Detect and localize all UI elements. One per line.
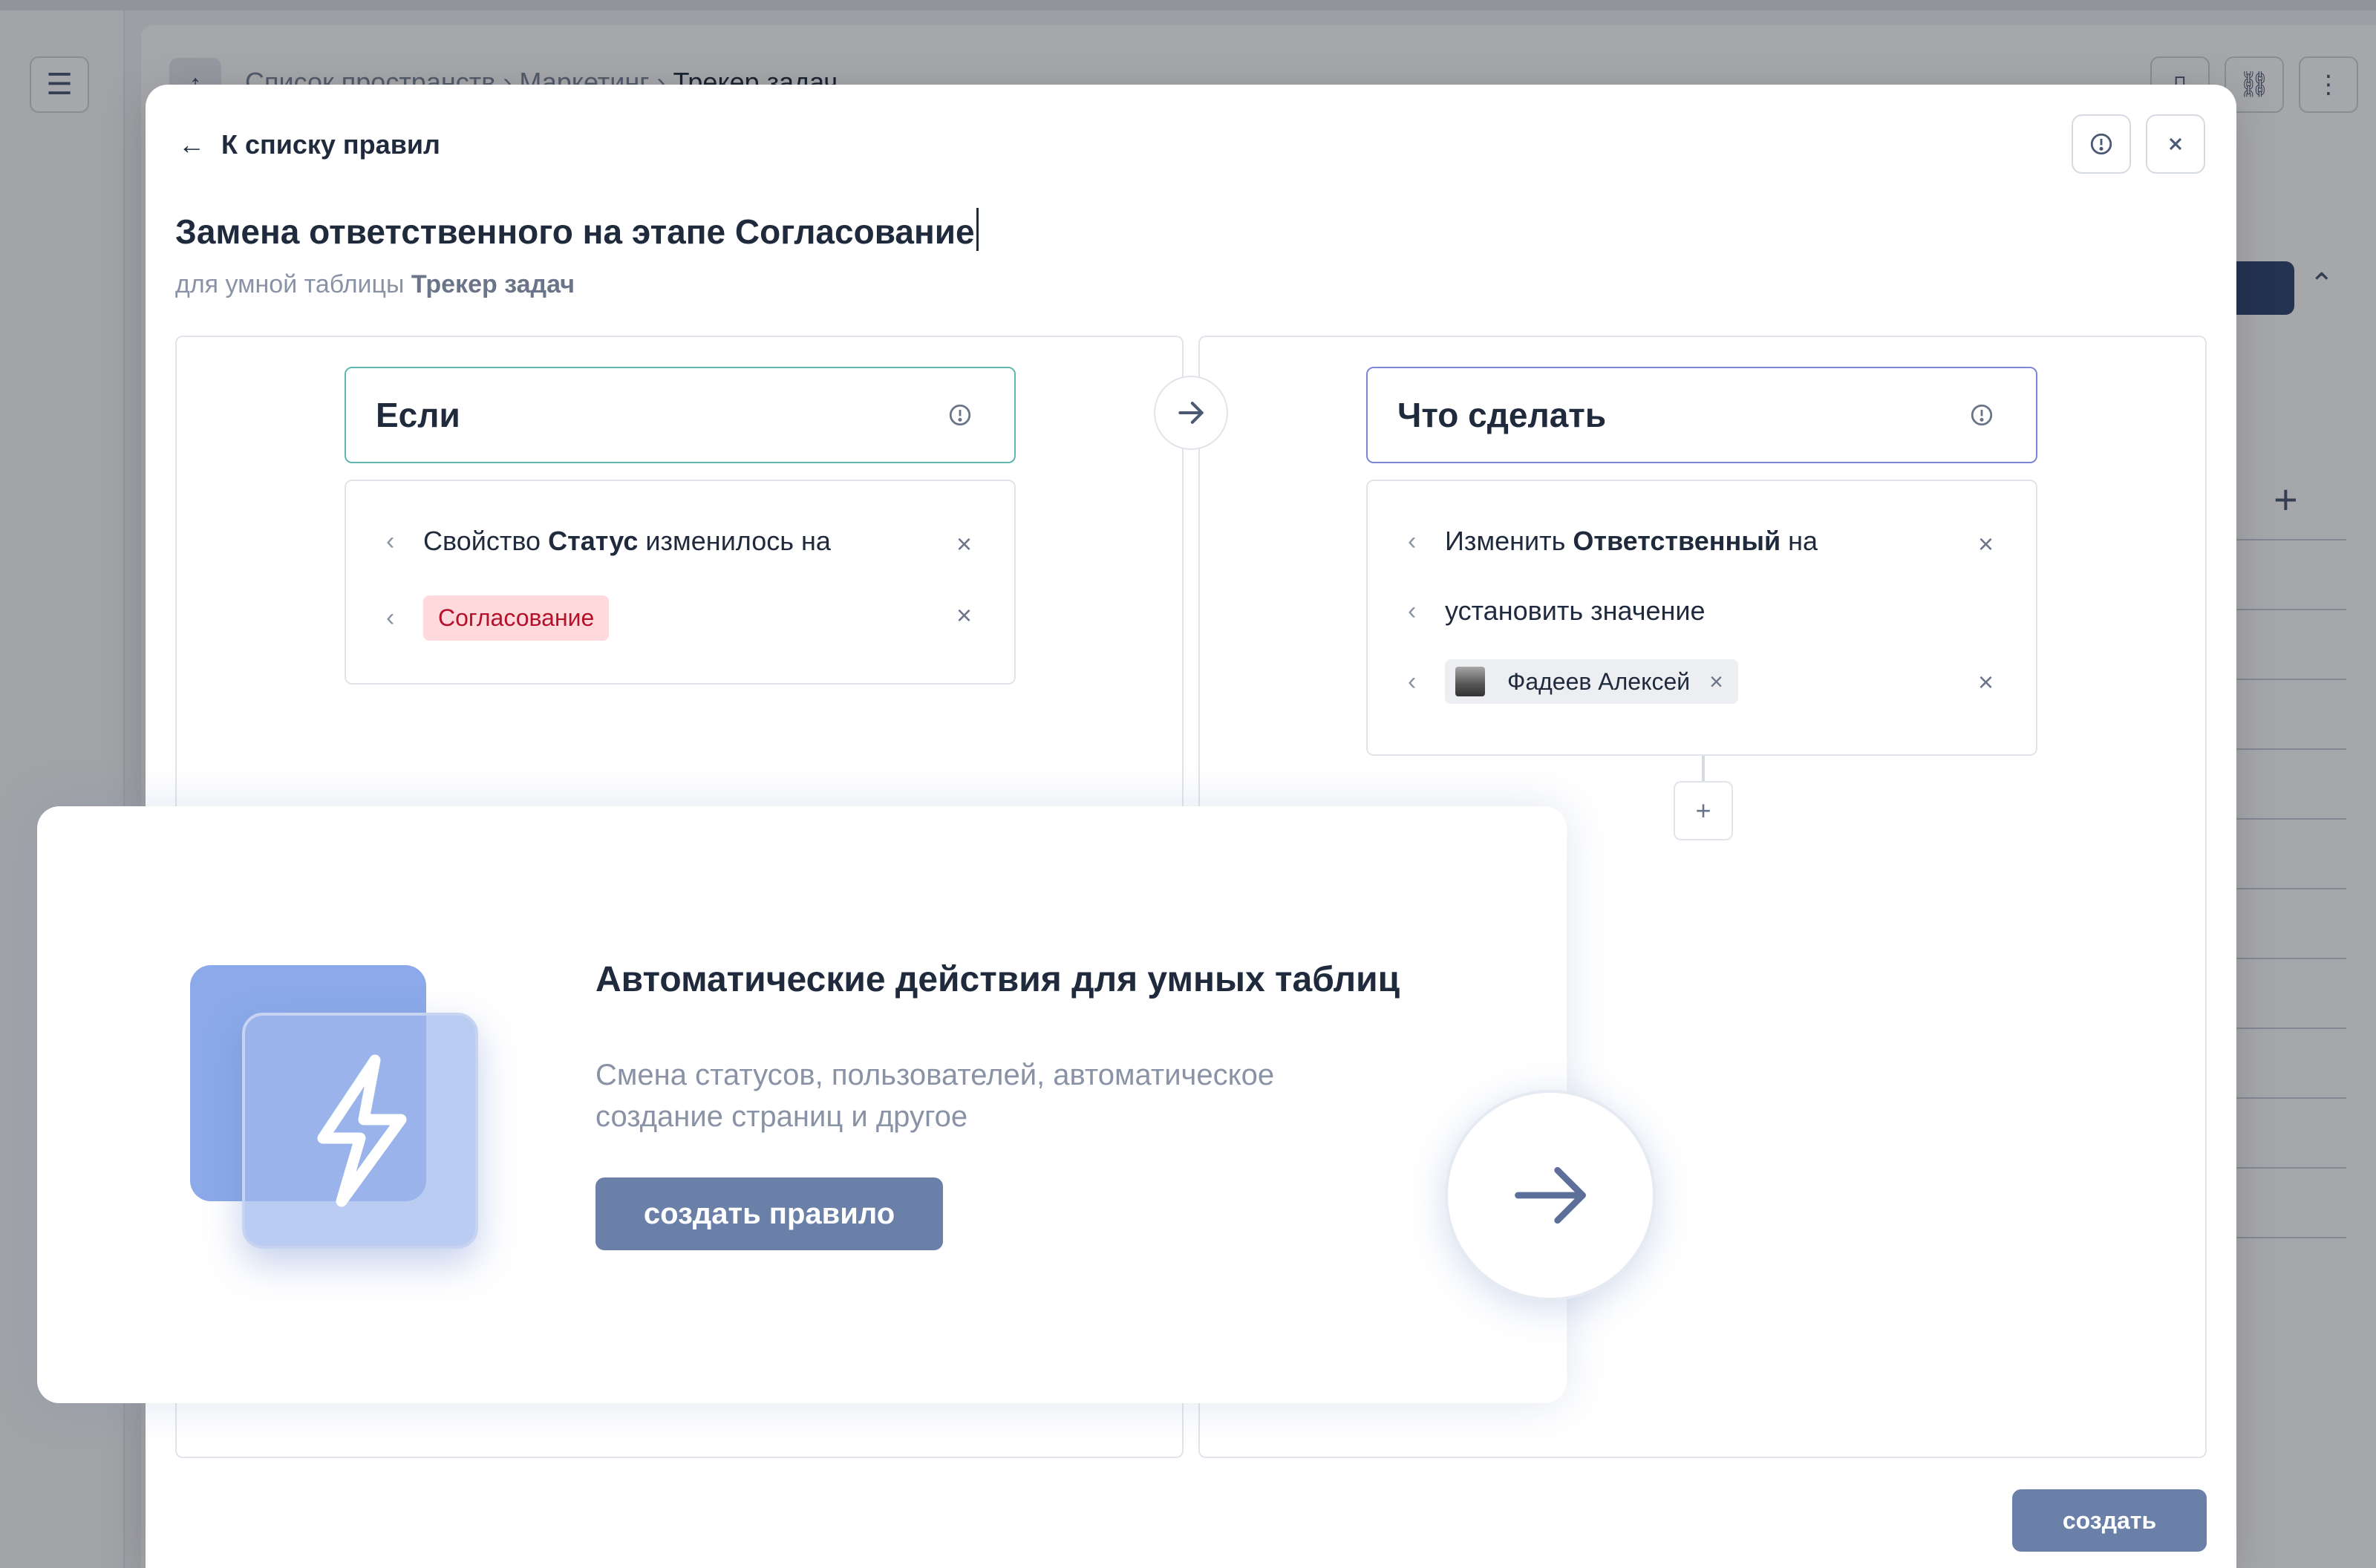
promo-description: Смена статусов, пользователей, автоматич… <box>595 1059 1275 1133</box>
close-icon <box>2169 137 2182 151</box>
info-icon <box>2090 133 2112 155</box>
condition-value-row[interactable]: ‹ Согласование <box>386 595 610 641</box>
arrow-left-icon: ← <box>178 129 205 160</box>
promo-card: Автоматические действия для умных таблиц… <box>37 806 1656 1403</box>
chevron-left-icon[interactable]: ‹ <box>1408 667 1445 696</box>
table-name: Трекер задач <box>411 270 575 298</box>
condition-row[interactable]: ‹ Свойство Статус изменилось на <box>386 526 831 557</box>
text-cursor <box>976 208 979 251</box>
user-chip[interactable]: Фадеев Алексей × <box>1445 659 1738 704</box>
add-action-button[interactable]: + <box>1674 781 1733 840</box>
action-mode-row[interactable]: ‹ установить значение <box>1408 595 1706 627</box>
condition-card: ‹ Свойство Статус изменилось на × ‹ Согл… <box>345 480 1016 685</box>
remove-user-icon[interactable]: × <box>1709 668 1723 696</box>
rule-title: Замена ответственного на этапе Согласова… <box>175 212 975 251</box>
promo-next-button[interactable] <box>1445 1090 1656 1301</box>
then-title: Что сделать <box>1397 396 1607 434</box>
back-to-rules-link[interactable]: ← К списку правил <box>178 129 440 160</box>
arrow-right-icon <box>1515 1166 1586 1224</box>
promo-title: Автоматические действия для умных таблиц <box>595 960 1400 999</box>
property-name: Статус <box>548 526 639 556</box>
remove-condition-icon[interactable]: × <box>956 529 972 560</box>
remove-value-icon[interactable]: × <box>956 600 972 631</box>
close-button[interactable] <box>2146 114 2205 174</box>
avatar <box>1455 667 1485 696</box>
if-title: Если <box>376 396 460 434</box>
action-card: ‹ Изменить Ответственный на × ‹ установи… <box>1366 480 2037 756</box>
chevron-left-icon[interactable]: ‹ <box>1408 597 1445 626</box>
info-icon[interactable] <box>1969 402 1994 428</box>
create-button[interactable]: создать <box>2012 1489 2207 1552</box>
chevron-left-icon[interactable]: ‹ <box>1408 527 1445 556</box>
remove-value-icon[interactable]: × <box>1978 667 1994 698</box>
then-header: Что сделать <box>1366 367 2037 463</box>
arrow-right-icon <box>1178 402 1204 424</box>
action-row[interactable]: ‹ Изменить Ответственный на <box>1408 526 1818 557</box>
create-rule-button[interactable]: создать правило <box>595 1177 943 1250</box>
info-button[interactable] <box>2072 114 2131 174</box>
plus-icon: + <box>1695 795 1711 826</box>
property-name: Ответственный <box>1573 526 1781 556</box>
remove-action-icon[interactable]: × <box>1978 529 1994 560</box>
user-name: Фадеев Алексей <box>1507 667 1691 695</box>
rule-subtitle: для умной таблицы Трекер задач <box>175 270 575 298</box>
chevron-left-icon[interactable]: ‹ <box>386 604 423 633</box>
rule-title-input[interactable]: Замена ответственного на этапе Согласова… <box>175 208 979 252</box>
info-icon[interactable] <box>947 402 973 428</box>
if-header: Если <box>345 367 1016 463</box>
action-mode: установить значение <box>1445 595 1706 626</box>
lightning-icon <box>242 1013 478 1249</box>
back-label: К списку правил <box>221 129 440 160</box>
connector-line <box>1702 756 1705 781</box>
action-value-row[interactable]: ‹ Фадеев Алексей × <box>1408 659 1738 704</box>
status-tag[interactable]: Согласование <box>423 595 610 641</box>
connector-arrow <box>1154 376 1228 450</box>
chevron-left-icon[interactable]: ‹ <box>386 527 423 556</box>
